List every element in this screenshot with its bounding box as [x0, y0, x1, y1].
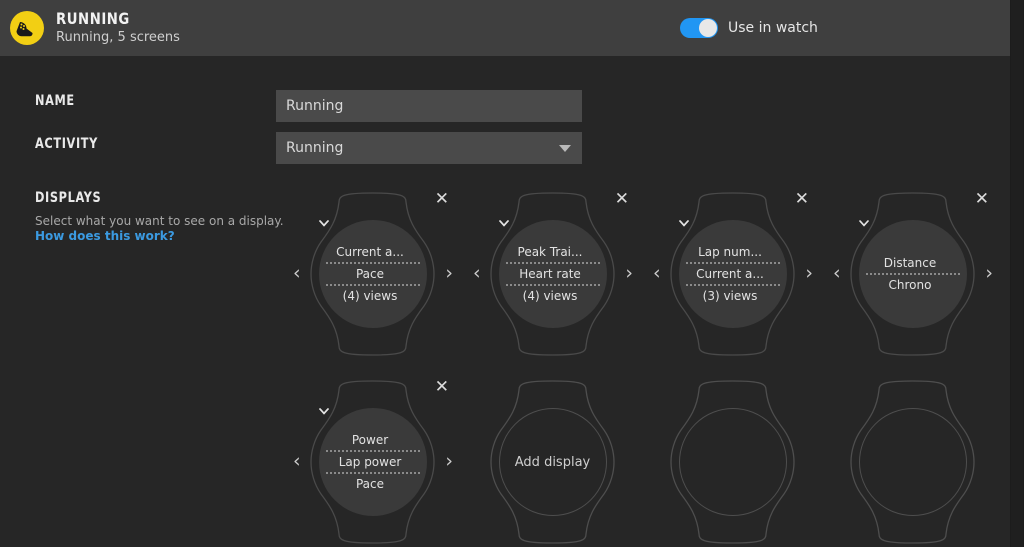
page-scrollbar-thumb[interactable] [1011, 0, 1023, 547]
next-display-button[interactable]: › [805, 264, 813, 283]
close-icon[interactable]: ✕ [615, 191, 629, 208]
watch-dial-empty [678, 408, 787, 516]
display-field-label: Pace [355, 477, 385, 491]
next-display-button[interactable]: › [985, 264, 993, 283]
empty-display-slot [823, 374, 1003, 547]
display-field-label: Power [351, 433, 389, 447]
watch-dial-empty [858, 408, 967, 516]
prev-display-button[interactable]: ‹ [293, 264, 301, 283]
name-label: NAME [35, 93, 75, 109]
watch-dial: Lap num... Current a... (3) views [678, 220, 787, 328]
close-icon[interactable]: ✕ [795, 191, 809, 208]
display-field-row[interactable]: Lap num... [678, 220, 767, 262]
display-field-row[interactable]: Current a... [678, 220, 769, 284]
display-field-row[interactable]: Power [318, 408, 393, 450]
use-in-watch-label: Use in watch [728, 20, 818, 36]
prev-display-button[interactable]: ‹ [653, 264, 661, 283]
next-display-button[interactable]: › [625, 264, 633, 283]
display-field-label: Heart rate [519, 267, 581, 281]
how-does-this-work-link[interactable]: How does this work? [35, 229, 175, 243]
display-field-label: (3) views [702, 289, 758, 303]
close-icon[interactable]: ✕ [975, 191, 989, 208]
display-field-label: Peak Trai... [517, 245, 583, 259]
prev-display-button[interactable]: ‹ [833, 264, 841, 283]
displays-description: Select what you want to see on a display… [35, 214, 284, 228]
watch-outline: Peak Trai... Heart rate (4) views [485, 190, 620, 358]
display-field-label: Lap power [338, 455, 402, 469]
display-card[interactable]: Lap num... Current a... (3) views ‹ › ✕ [643, 186, 823, 361]
watch-outline: Distance Chrono [845, 190, 980, 358]
displays-section-title: DISPLAYS [35, 190, 102, 206]
display-card[interactable]: Peak Trai... Heart rate (4) views ‹ › ✕ [463, 186, 643, 361]
display-field-row[interactable]: Pace [318, 408, 389, 494]
display-field-row[interactable]: (3) views [678, 220, 763, 306]
display-field-row[interactable]: Heart rate [498, 220, 586, 284]
close-icon[interactable]: ✕ [435, 379, 449, 396]
watch-dial-empty[interactable]: Add display [498, 408, 607, 516]
watch-outline: Current a... Pace (4) views [305, 190, 440, 358]
display-field-row[interactable]: Lap power [318, 408, 407, 472]
watch-outline: Add display [485, 378, 620, 546]
activity-select-value: Running [286, 140, 344, 156]
watch-dial: Power Lap power Pace [318, 408, 427, 516]
watch-dial: Distance Chrono [858, 220, 967, 328]
display-field-row[interactable]: Pace [318, 220, 389, 284]
display-field-row[interactable]: (4) views [498, 220, 583, 306]
add-display-card[interactable]: Add display [463, 374, 643, 547]
watch-outline: Power Lap power Pace [305, 378, 440, 546]
display-field-label: Current a... [696, 267, 764, 281]
display-field-label: (4) views [522, 289, 578, 303]
prev-display-button[interactable]: ‹ [473, 264, 481, 283]
prev-display-button[interactable]: ‹ [293, 452, 301, 471]
next-display-button[interactable]: › [445, 452, 453, 471]
display-card[interactable]: Distance Chrono ‹ › ✕ [823, 186, 1003, 361]
display-field-row[interactable]: Chrono [858, 220, 937, 295]
display-card[interactable]: Current a... Pace (4) views ‹ › ✕ [283, 186, 463, 361]
empty-display-slot [643, 374, 823, 547]
running-shoe-icon [10, 11, 44, 45]
name-input[interactable]: Running [276, 90, 582, 122]
page-scrollbar-track[interactable] [1010, 0, 1024, 547]
watch-dial: Peak Trai... Heart rate (4) views [498, 220, 607, 328]
profile-header: RUNNING Running, 5 screens [0, 0, 1010, 56]
display-card[interactable]: Power Lap power Pace ‹ › ✕ [283, 374, 463, 547]
watch-dial: Current a... Pace (4) views [318, 220, 427, 328]
display-field-label: Lap num... [698, 245, 762, 259]
caret-down-icon [559, 145, 571, 152]
display-field-label: Pace [355, 267, 385, 281]
display-field-label: (4) views [342, 289, 398, 303]
add-display-label: Add display [514, 454, 591, 470]
use-in-watch-toggle[interactable] [680, 18, 718, 38]
activity-label: ACTIVITY [35, 136, 99, 152]
display-field-label: Current a... [336, 245, 404, 259]
toggle-knob [699, 19, 717, 37]
display-field-row[interactable]: Distance [858, 220, 941, 273]
profile-header-text: RUNNING Running, 5 screens [56, 9, 180, 45]
display-field-label: Distance [883, 256, 937, 270]
close-icon[interactable]: ✕ [435, 191, 449, 208]
watch-outline [665, 378, 800, 546]
profile-subtitle: Running, 5 screens [56, 29, 180, 45]
next-display-button[interactable]: › [445, 264, 453, 283]
display-field-row[interactable]: Peak Trai... [498, 220, 588, 262]
display-field-row[interactable]: Current a... [318, 220, 409, 262]
display-field-label: Chrono [888, 278, 932, 292]
watch-outline: Lap num... Current a... (3) views [665, 190, 800, 358]
page-title: RUNNING [56, 9, 130, 29]
activity-profile-editor: RUNNING Running, 5 screens Use in watch … [0, 0, 1024, 547]
use-in-watch-toggle-group[interactable]: Use in watch [680, 18, 818, 38]
activity-select[interactable]: Running [276, 132, 582, 164]
watch-outline [845, 378, 980, 546]
display-field-row[interactable]: (4) views [318, 220, 403, 306]
